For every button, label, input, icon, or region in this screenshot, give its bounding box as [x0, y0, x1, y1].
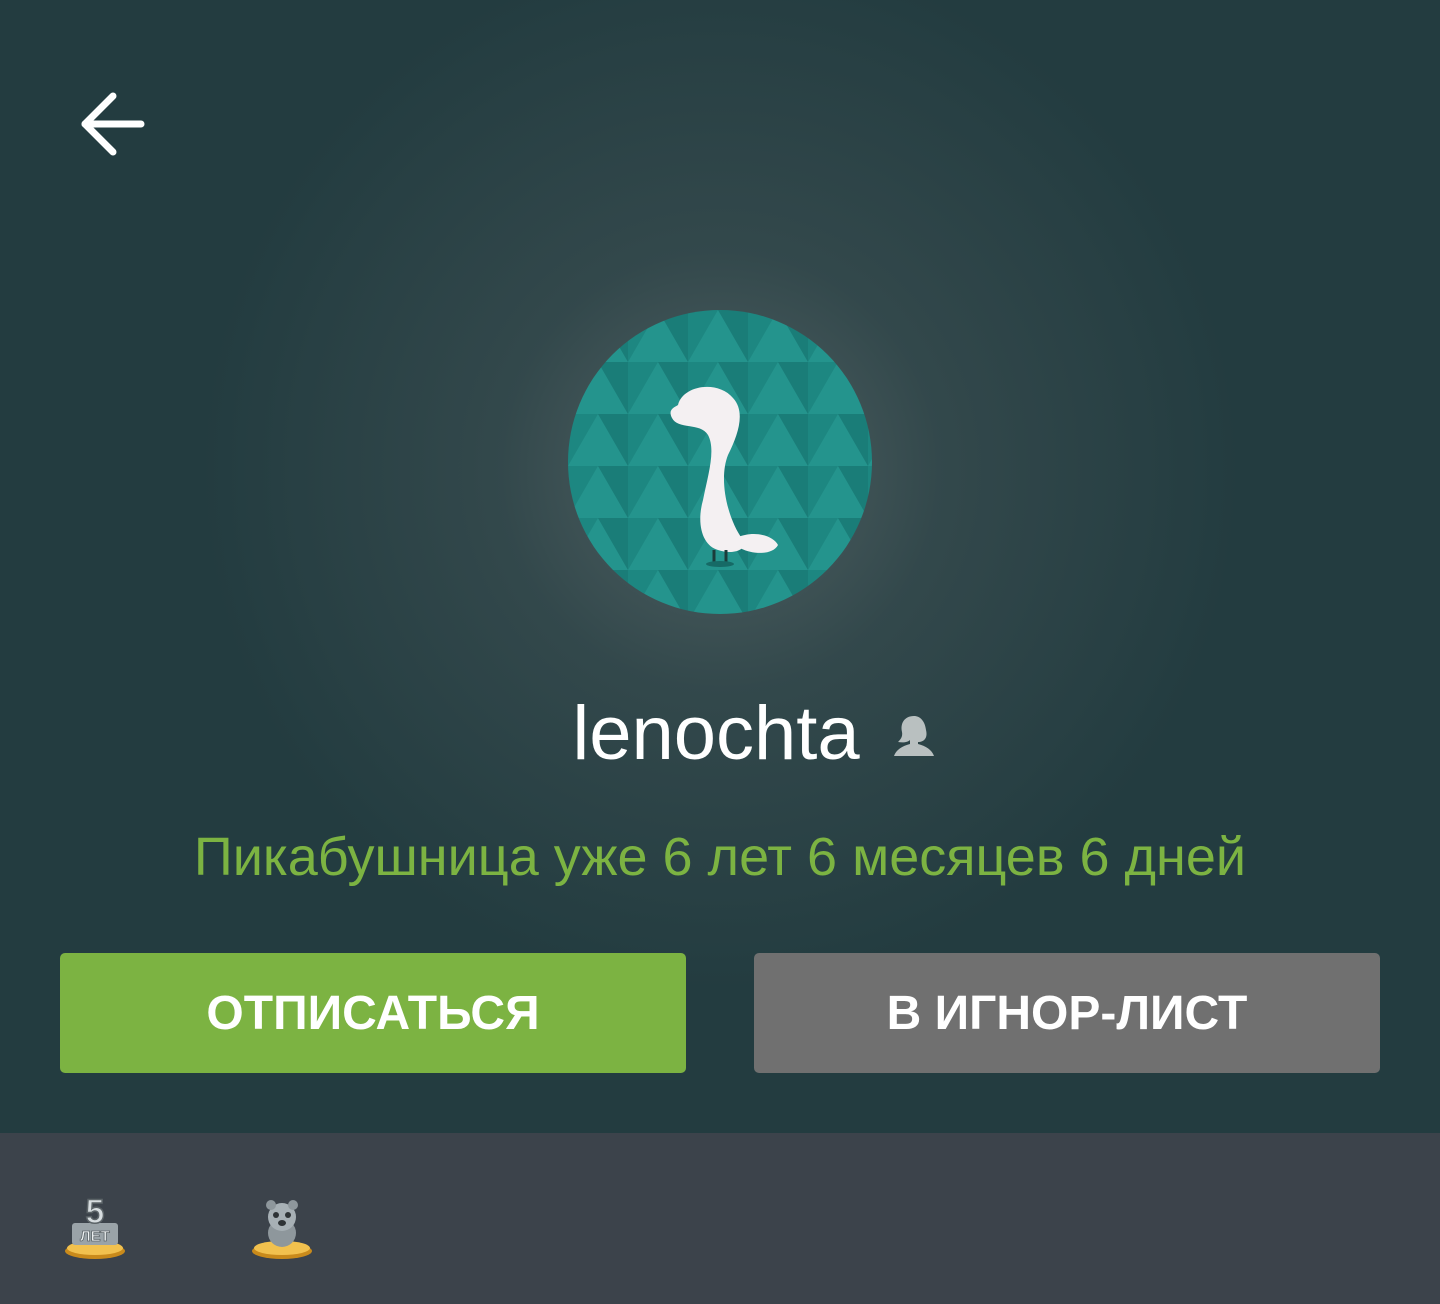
- animal-award-icon[interactable]: [247, 1193, 317, 1263]
- avatar-image: [568, 310, 872, 614]
- username-row: lenochta: [0, 688, 1440, 778]
- ignore-list-button[interactable]: В ИГНОР-ЛИСТ: [754, 953, 1380, 1073]
- female-profile-icon: [890, 712, 938, 760]
- svg-text:ЛЕТ: ЛЕТ: [80, 1228, 110, 1245]
- awards-bar: 5 ЛЕТ: [0, 1133, 1440, 1304]
- arrow-left-icon: [81, 92, 145, 156]
- five-years-award-icon[interactable]: 5 ЛЕТ: [60, 1192, 130, 1263]
- avatar[interactable]: [568, 310, 872, 614]
- back-button[interactable]: [60, 72, 164, 176]
- username: lenochta: [572, 690, 860, 776]
- profile-header: lenochta Пикабушница уже 6 лет 6 месяцев…: [0, 0, 1440, 1133]
- unsubscribe-button[interactable]: ОТПИСАТЬСЯ: [60, 953, 686, 1073]
- status-text: Пикабушница уже 6 лет 6 месяцев 6 дней: [193, 827, 1247, 887]
- svg-text:5: 5: [86, 1193, 105, 1231]
